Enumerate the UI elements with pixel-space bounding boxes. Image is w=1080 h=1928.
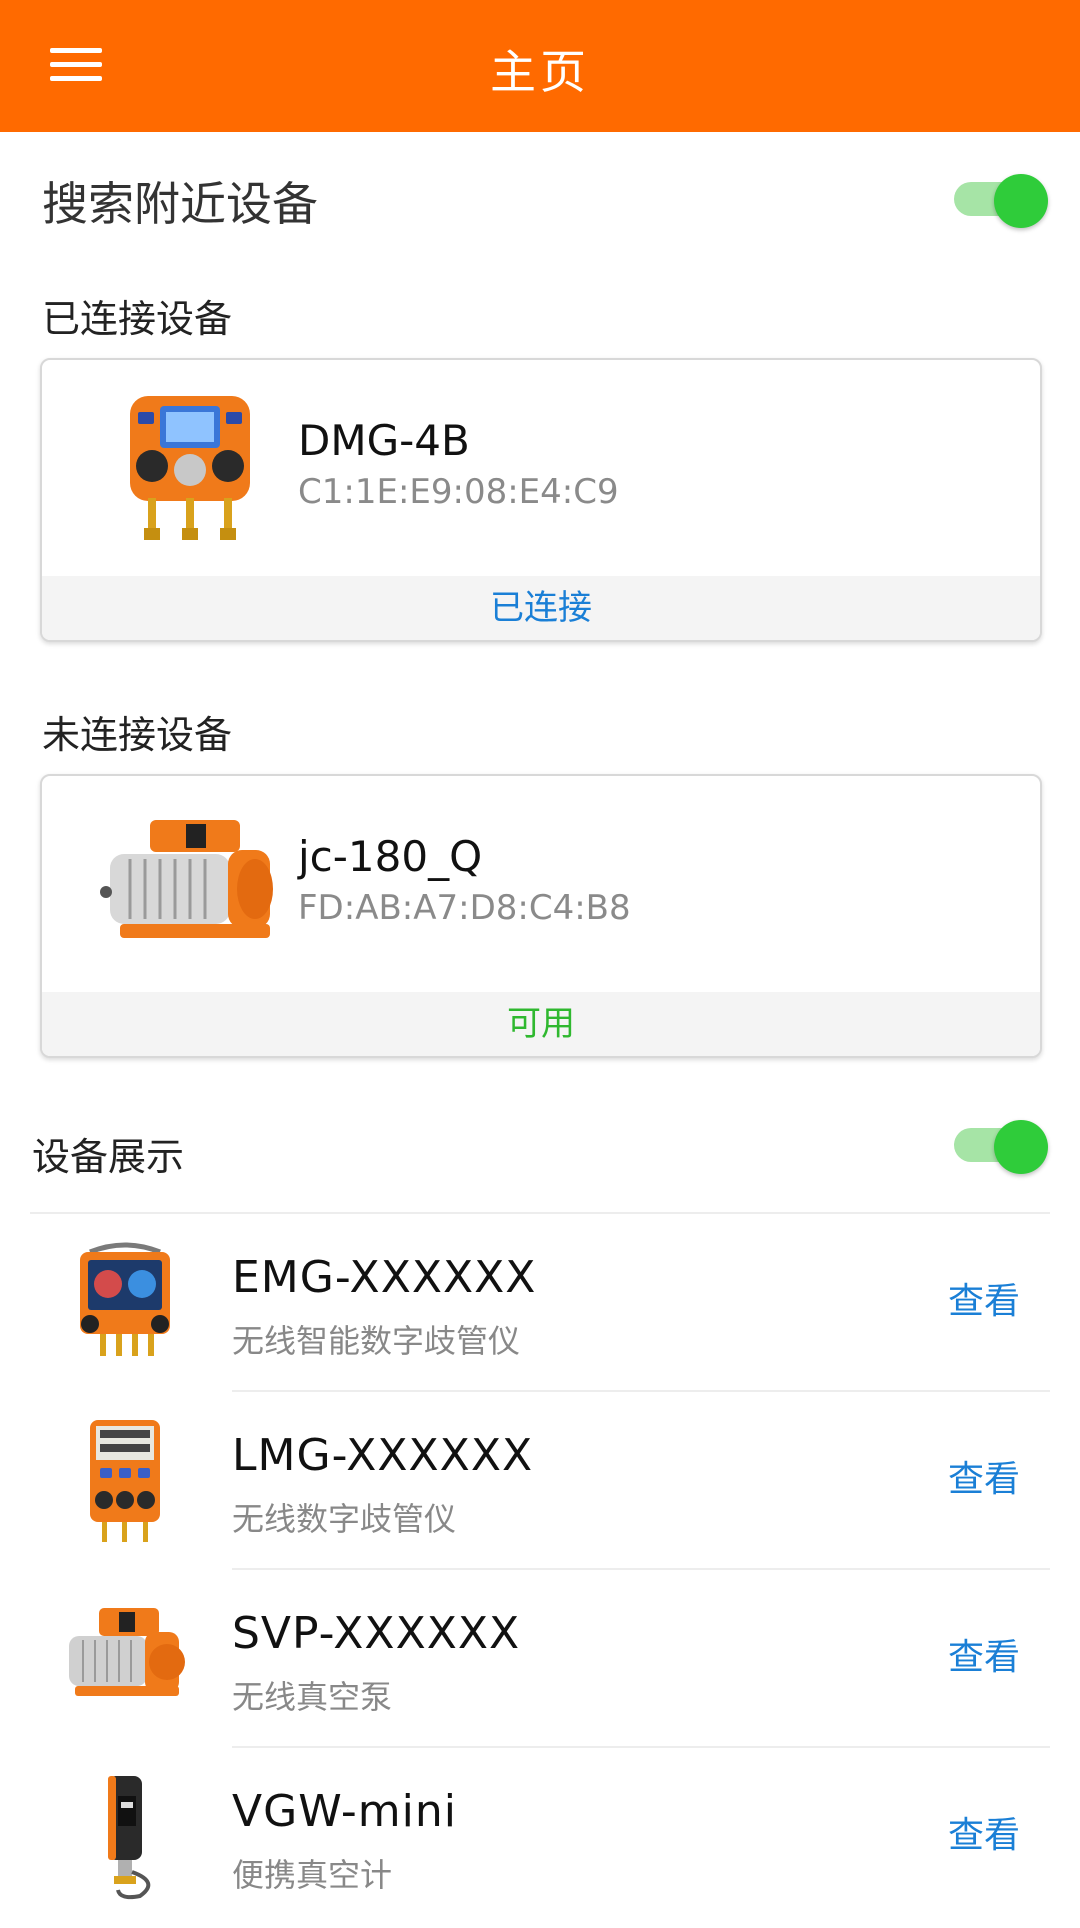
showcase-toggle[interactable] [954,1120,1048,1174]
connected-status: 已连接 [42,576,1040,640]
product-desc: 无线真空泵 [232,1678,393,1716]
view-button[interactable]: 查看 [948,1272,1020,1324]
vgw-product-image [108,1776,151,1900]
connected-device-card[interactable]: DMG-4B C1:1E:E9:08:E4:C9 已连接 [40,358,1042,642]
disconnected-device-mac: FD:AB:A7:D8:C4:B8 [298,888,631,928]
vacuum-pump-image [100,820,273,938]
showcase-label: 设备展示 [32,1135,185,1179]
product-desc: 无线智能数字歧管仪 [232,1322,521,1360]
disconnected-section-title: 未连接设备 [42,713,233,757]
connected-device-name: DMG-4B [298,416,470,465]
view-button[interactable]: 查看 [948,1628,1020,1680]
app-header: 主页 [0,0,1080,132]
emg-product-image [80,1242,170,1356]
available-status: 可用 [42,992,1040,1056]
svp-product-image [69,1608,185,1696]
product-desc: 无线数字歧管仪 [232,1500,457,1538]
product-item-emg[interactable]: EMG-XXXXXX 无线智能数字歧管仪 查看 [0,1216,1080,1394]
search-nearby-toggle[interactable] [954,174,1048,228]
product-name: SVP-XXXXXX [232,1608,521,1659]
product-name: EMG-XXXXXX [232,1252,537,1303]
product-item-svp[interactable]: SVP-XXXXXX 无线真空泵 查看 [0,1572,1080,1750]
product-item-lmg[interactable]: LMG-XXXXXX 无线数字歧管仪 查看 [0,1394,1080,1572]
showcase-divider [30,1212,1050,1214]
view-button[interactable]: 查看 [948,1450,1020,1502]
product-desc: 便携真空计 [232,1856,393,1894]
disconnected-device-card[interactable]: jc-180_Q FD:AB:A7:D8:C4:B8 可用 [40,774,1042,1058]
manifold-gauge-image [130,396,250,540]
disconnected-device-name: jc-180_Q [298,832,483,881]
product-name: LMG-XXXXXX [232,1430,534,1481]
view-button[interactable]: 查看 [948,1806,1020,1858]
lmg-product-image [90,1420,160,1542]
list-divider [232,1568,1050,1570]
list-divider [232,1746,1050,1748]
connected-section-title: 已连接设备 [42,297,233,341]
product-item-vgw[interactable]: VGW-mini 便携真空计 查看 [0,1750,1080,1928]
search-nearby-label: 搜索附近设备 [42,177,318,231]
connected-device-mac: C1:1E:E9:08:E4:C9 [298,472,619,512]
list-divider [232,1390,1050,1392]
page-title: 主页 [490,45,590,99]
product-name: VGW-mini [232,1786,457,1837]
